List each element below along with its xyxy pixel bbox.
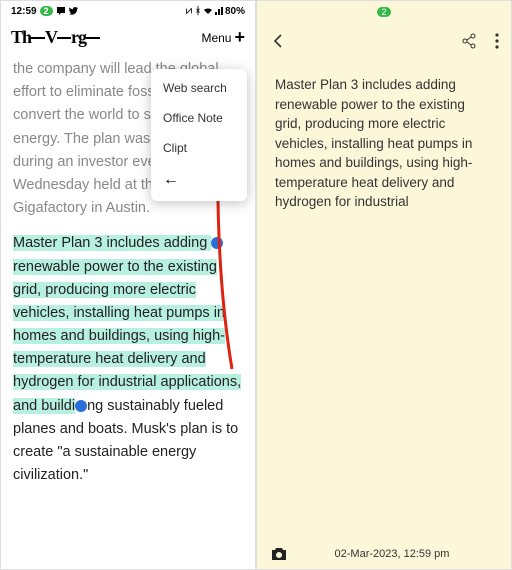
highlight[interactable]: renewable power to the existing [13, 259, 217, 275]
battery-pct: 80% [225, 6, 245, 17]
selection-start-handle[interactable] [211, 237, 223, 249]
share-icon [461, 33, 477, 49]
note-footer: 02-Mar-2023, 12:59 pm [257, 547, 511, 561]
bluetooth-icon: ᚼ [195, 6, 201, 17]
more-vert-icon [495, 33, 499, 49]
paragraph-2: Master Plan 3 includes adding renewable … [13, 232, 243, 487]
more-button[interactable] [495, 33, 499, 49]
highlight[interactable]: Master Plan 3 includes adding [13, 235, 211, 251]
note-timestamp: 02-Mar-2023, 12:59 pm [335, 548, 450, 560]
clock: 12:59 [11, 6, 37, 17]
menu-web-search[interactable]: Web search [151, 73, 247, 103]
nfc-icon [185, 7, 193, 15]
site-header: ThVrg Menu + [1, 21, 255, 54]
verge-logo[interactable]: ThVrg [11, 27, 100, 48]
menu-clipt[interactable]: Clipt [151, 133, 247, 163]
menu-back[interactable]: ← [151, 163, 247, 197]
plus-icon: + [234, 27, 245, 48]
wifi-icon [203, 7, 213, 15]
menu-button[interactable]: Menu + [201, 27, 245, 48]
message-icon [56, 6, 66, 16]
context-menu: Web search Office Note Clipt ← [151, 69, 247, 201]
camera-icon [271, 547, 287, 561]
twitter-icon [69, 6, 79, 16]
camera-button[interactable] [271, 547, 287, 561]
highlight[interactable]: grid, producing more electric vehicles, … [13, 282, 225, 344]
menu-label: Menu [201, 31, 231, 45]
share-button[interactable] [461, 33, 477, 49]
browser-pane: 12:59 2 ᚼ 80% ThVrg Menu + the company w… [0, 0, 256, 570]
back-button[interactable] [269, 32, 287, 50]
arrow-left-icon [269, 32, 287, 50]
signal-icon [215, 7, 223, 15]
notif-badge: 2 [377, 7, 390, 17]
note-pane: 2 Master Plan 3 includes adding renewabl… [256, 0, 512, 570]
note-text[interactable]: Master Plan 3 includes adding renewable … [257, 59, 511, 228]
selection-end-handle[interactable] [75, 400, 87, 412]
notif-badge: 2 [40, 6, 53, 16]
note-status-bar: 2 [257, 1, 511, 23]
note-toolbar [257, 23, 511, 59]
status-bar: 12:59 2 ᚼ 80% [1, 1, 255, 21]
menu-office-note[interactable]: Office Note [151, 103, 247, 133]
